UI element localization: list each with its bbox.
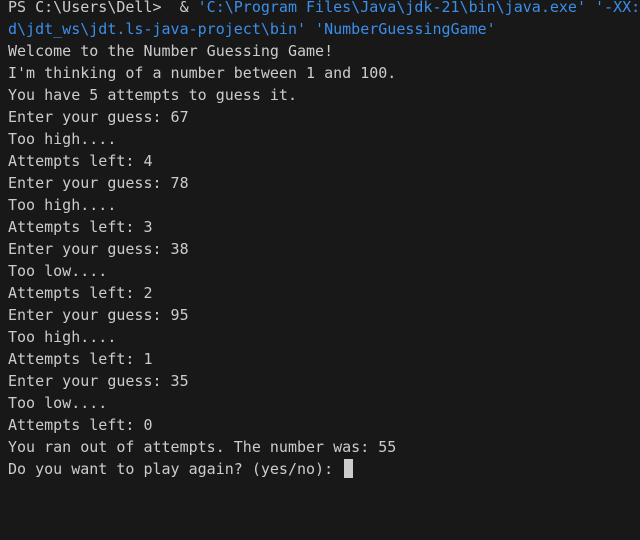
output-line: Enter your guess: 38 (8, 240, 189, 258)
output-line: Enter your guess: 67 (8, 108, 189, 126)
output-line: Too low.... (8, 262, 108, 280)
output-line: Too high.... (8, 196, 117, 214)
output-line: Too high.... (8, 130, 117, 148)
text-cursor[interactable] (344, 459, 354, 478)
output-line: Attempts left: 3 (8, 218, 153, 236)
input-line[interactable]: Do you want to play again? (yes/no): (8, 458, 640, 480)
main-class: 'NumberGuessingGame' (306, 20, 496, 38)
output-line: Enter your guess: 35 (8, 372, 189, 390)
output-line: Attempts left: 0 (8, 416, 153, 434)
classpath-tail: d\jdt_ws\jdt.ls-java-project\bin' (8, 20, 307, 38)
java-exe-path: 'C:\Program Files\Java\jdk-21\bin\java.e… (197, 0, 640, 16)
output-line: Too low.... (8, 394, 108, 412)
output-line: I'm thinking of a number between 1 and 1… (8, 64, 397, 82)
output-line: Too high.... (8, 328, 117, 346)
command-line-2: d\jdt_ws\jdt.ls-java-project\bin' 'Numbe… (8, 18, 640, 40)
play-again-prompt: Do you want to play again? (yes/no): (8, 460, 343, 478)
output-line: Enter your guess: 78 (8, 174, 189, 192)
terminal[interactable]: PS C:\Users\Dell> & 'C:\Program Files\Ja… (0, 0, 640, 540)
output-line: You have 5 attempts to guess it. (8, 86, 297, 104)
output-line: Welcome to the Number Guessing Game! (8, 42, 334, 60)
output-line: Attempts left: 1 (8, 350, 153, 368)
command-line-1: PS C:\Users\Dell> & 'C:\Program Files\Ja… (8, 0, 640, 18)
output-line: Attempts left: 2 (8, 284, 153, 302)
output-line: Attempts left: 4 (8, 152, 153, 170)
output-line: Enter your guess: 95 (8, 306, 189, 324)
ps-prompt: PS C:\Users\Dell> & (8, 0, 198, 16)
output-line: You ran out of attempts. The number was:… (8, 438, 397, 456)
